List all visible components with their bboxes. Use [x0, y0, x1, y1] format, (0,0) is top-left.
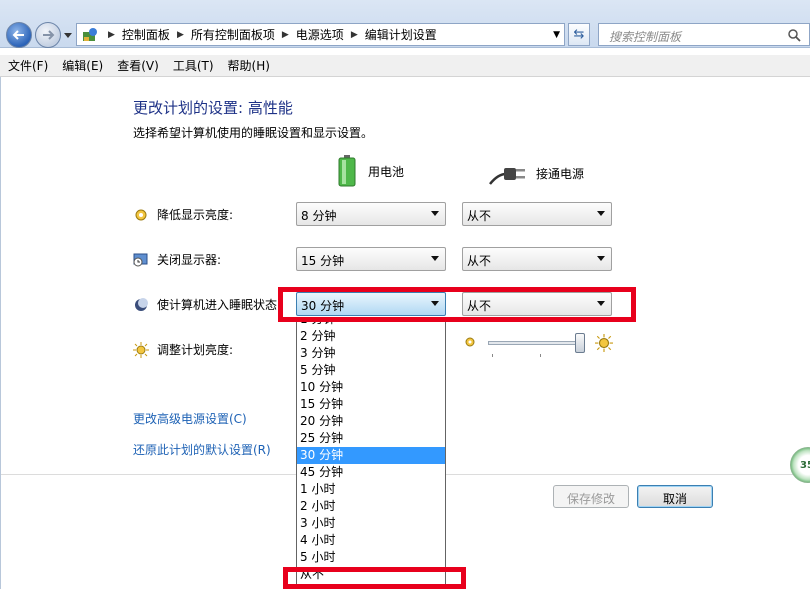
- restore-defaults-link[interactable]: 还原此计划的默认设置(R): [133, 441, 271, 458]
- address-bar: ▶ 控制面板 ▶ 所有控制面板项 ▶ 电源选项 ▶ 编辑计划设置 ▼ ⇆ 搜索控…: [0, 0, 810, 48]
- dim-sun-icon: [465, 337, 475, 347]
- refresh-button[interactable]: ⇆: [568, 23, 590, 46]
- sleep-time-dropdown-list[interactable]: 1 分钟 2 分钟 3 分钟 5 分钟 10 分钟 15 分钟 20 分钟 25 分钟 30 分…: [296, 317, 446, 589]
- highlight-box-sleep: [278, 287, 636, 322]
- search-placeholder: 搜索控制面板: [609, 30, 682, 44]
- moon-icon: [135, 297, 148, 311]
- brightness-slider-thumb[interactable]: [575, 333, 585, 353]
- dropdown-option[interactable]: 4 小时: [297, 532, 445, 549]
- dropdown-option[interactable]: 1 小时: [297, 481, 445, 498]
- chevron-down-icon: [597, 211, 605, 216]
- chevron-down-icon: [431, 211, 439, 216]
- crumb-all-items[interactable]: 所有控制面板项: [189, 26, 277, 43]
- cancel-button[interactable]: 取消: [637, 485, 713, 508]
- dropdown-option[interactable]: 45 分钟: [297, 464, 445, 481]
- back-arrow-icon: [12, 30, 24, 40]
- dim-display-plugged-value: 从不: [467, 209, 492, 223]
- history-dropdown-icon[interactable]: [63, 30, 73, 40]
- plugged-label: 接通电源: [536, 166, 585, 181]
- turn-off-display-row-label: 关闭显示器:: [133, 251, 221, 268]
- control-panel-icon: [83, 27, 97, 41]
- plug-icon: [489, 168, 525, 185]
- dropdown-option[interactable]: 30 分钟: [297, 447, 445, 464]
- dropdown-option[interactable]: 15 分钟: [297, 396, 445, 413]
- highlight-box-never: [283, 567, 466, 589]
- battery-label: 用电池: [368, 164, 405, 179]
- refresh-icon: ⇆: [573, 27, 585, 42]
- page-title: 更改计划的设置: 高性能: [133, 99, 293, 117]
- sleep-row-label: 使计算机进入睡眠状态: [133, 296, 277, 313]
- brightness-slider-track[interactable]: [488, 341, 584, 345]
- battery-column-header: 用电池: [338, 155, 404, 187]
- turn-off-display-battery-value: 15 分钟: [301, 254, 345, 268]
- brightness-label: 调整计划亮度:: [157, 343, 234, 357]
- forward-arrow-icon: [43, 30, 55, 40]
- turn-off-display-plugged-select[interactable]: 从不: [462, 247, 612, 271]
- brightness-row-label: 调整计划亮度:: [133, 341, 233, 358]
- chevron-right-icon: ▶: [176, 29, 184, 40]
- crumb-power-options[interactable]: 电源选项: [294, 26, 346, 43]
- dim-brightness-icon: [135, 209, 147, 220]
- crumb-control-panel[interactable]: 控制面板: [120, 26, 172, 43]
- chevron-right-icon: ▶: [281, 29, 289, 40]
- gadget-value: 35: [800, 460, 810, 471]
- save-button[interactable]: 保存修改: [553, 485, 629, 508]
- dim-display-plugged-select[interactable]: 从不: [462, 202, 612, 226]
- chevron-down-icon: [431, 256, 439, 261]
- dropdown-option[interactable]: 20 分钟: [297, 413, 445, 430]
- menu-bar: 文件(F) 编辑(E) 查看(V) 工具(T) 帮助(H): [0, 55, 810, 77]
- monitor-clock-icon: [133, 253, 148, 266]
- menu-tools[interactable]: 工具(T): [165, 57, 220, 74]
- dim-display-row-label: 降低显示亮度:: [133, 206, 233, 223]
- turn-off-display-plugged-value: 从不: [467, 254, 492, 268]
- slider-tick: [540, 354, 541, 357]
- dropdown-option[interactable]: 2 小时: [297, 498, 445, 515]
- dropdown-option[interactable]: 5 分钟: [297, 362, 445, 379]
- menu-file[interactable]: 文件(F): [0, 57, 54, 74]
- crumb-edit-plan[interactable]: 编辑计划设置: [363, 26, 439, 43]
- chevron-right-icon: ▶: [108, 29, 115, 40]
- dropdown-option[interactable]: 10 分钟: [297, 379, 445, 396]
- page-subtitle: 选择希望计算机使用的睡眠设置和显示设置。: [133, 126, 374, 140]
- dropdown-option[interactable]: 3 分钟: [297, 345, 445, 362]
- chevron-down-icon: [597, 256, 605, 261]
- turn-off-display-label: 关闭显示器:: [157, 253, 222, 267]
- slider-tick: [492, 354, 493, 357]
- dropdown-option[interactable]: 3 小时: [297, 515, 445, 532]
- turn-off-display-battery-select[interactable]: 15 分钟: [296, 247, 446, 271]
- dropdown-option[interactable]: 5 小时: [297, 549, 445, 566]
- search-input[interactable]: 搜索控制面板: [598, 23, 810, 46]
- battery-icon: [338, 155, 356, 187]
- sun-icon: [133, 341, 149, 358]
- dim-display-battery-select[interactable]: 8 分钟: [296, 202, 446, 226]
- breadcrumb[interactable]: ▶ 控制面板 ▶ 所有控制面板项 ▶ 电源选项 ▶ 编辑计划设置 ▼: [76, 23, 565, 46]
- address-dropdown-icon[interactable]: ▼: [553, 30, 560, 40]
- menu-edit[interactable]: 编辑(E): [54, 57, 109, 74]
- dropdown-option[interactable]: 2 分钟: [297, 328, 445, 345]
- sleep-label: 使计算机进入睡眠状态: [157, 298, 278, 312]
- advanced-settings-link[interactable]: 更改高级电源设置(C): [133, 410, 247, 427]
- menu-view[interactable]: 查看(V): [109, 57, 165, 74]
- chevron-right-icon: ▶: [350, 29, 358, 40]
- dropdown-option[interactable]: 25 分钟: [297, 430, 445, 447]
- forward-button[interactable]: [35, 22, 61, 48]
- back-button[interactable]: [6, 22, 32, 48]
- bright-sun-icon: [595, 334, 613, 352]
- dim-display-battery-value: 8 分钟: [301, 209, 337, 223]
- plugged-column-header: 接通电源: [488, 160, 584, 186]
- menu-help[interactable]: 帮助(H): [220, 57, 276, 74]
- dim-display-label: 降低显示亮度:: [157, 208, 234, 222]
- search-icon[interactable]: [787, 28, 801, 42]
